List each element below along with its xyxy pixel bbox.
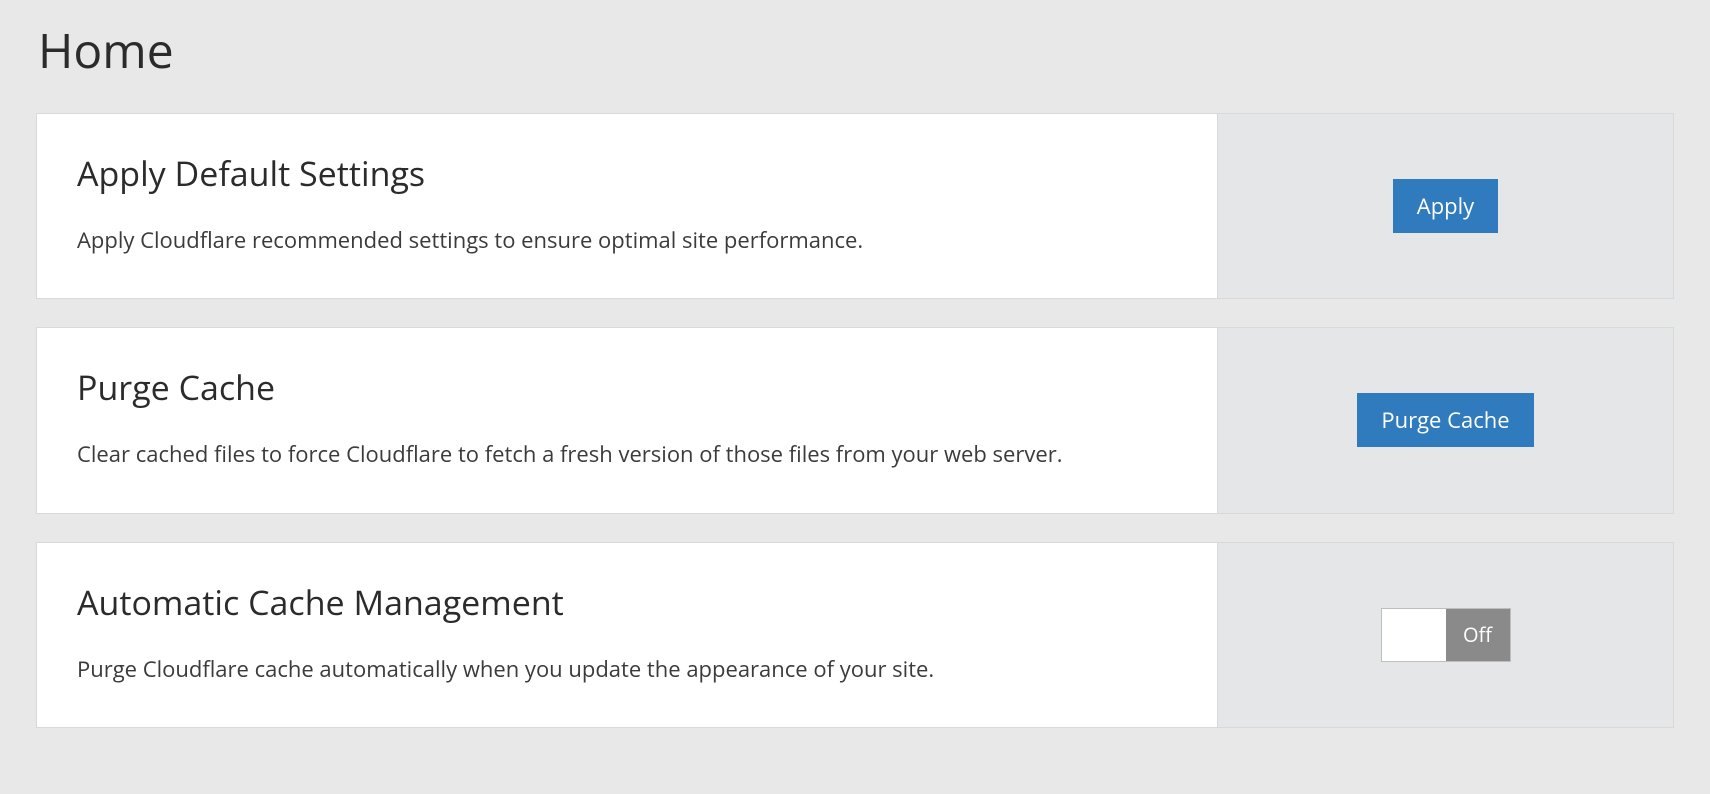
card-content: Automatic Cache Management Purge Cloudfl…: [37, 543, 1218, 727]
auto-cache-toggle[interactable]: Off: [1381, 608, 1511, 662]
card-title-purge-cache: Purge Cache: [77, 364, 1177, 410]
card-action-area: Apply: [1218, 114, 1673, 298]
toggle-off-side: Off: [1446, 609, 1510, 661]
card-apply-default: Apply Default Settings Apply Cloudflare …: [36, 113, 1674, 299]
toggle-on-side: [1382, 609, 1446, 661]
card-title-apply-default: Apply Default Settings: [77, 150, 1177, 196]
card-desc-auto-cache: Purge Cloudflare cache automatically whe…: [77, 651, 1177, 687]
card-content: Apply Default Settings Apply Cloudflare …: [37, 114, 1218, 298]
card-desc-purge-cache: Clear cached files to force Cloudflare t…: [77, 436, 1177, 472]
card-auto-cache: Automatic Cache Management Purge Cloudfl…: [36, 542, 1674, 728]
card-title-auto-cache: Automatic Cache Management: [77, 579, 1177, 625]
card-action-area: Off: [1218, 543, 1673, 727]
card-content: Purge Cache Clear cached files to force …: [37, 328, 1218, 512]
purge-cache-button[interactable]: Purge Cache: [1357, 393, 1533, 447]
apply-button[interactable]: Apply: [1393, 179, 1498, 233]
card-desc-apply-default: Apply Cloudflare recommended settings to…: [77, 222, 1177, 258]
page-title: Home: [38, 18, 1674, 83]
card-action-area: Purge Cache: [1218, 328, 1673, 512]
card-purge-cache: Purge Cache Clear cached files to force …: [36, 327, 1674, 513]
